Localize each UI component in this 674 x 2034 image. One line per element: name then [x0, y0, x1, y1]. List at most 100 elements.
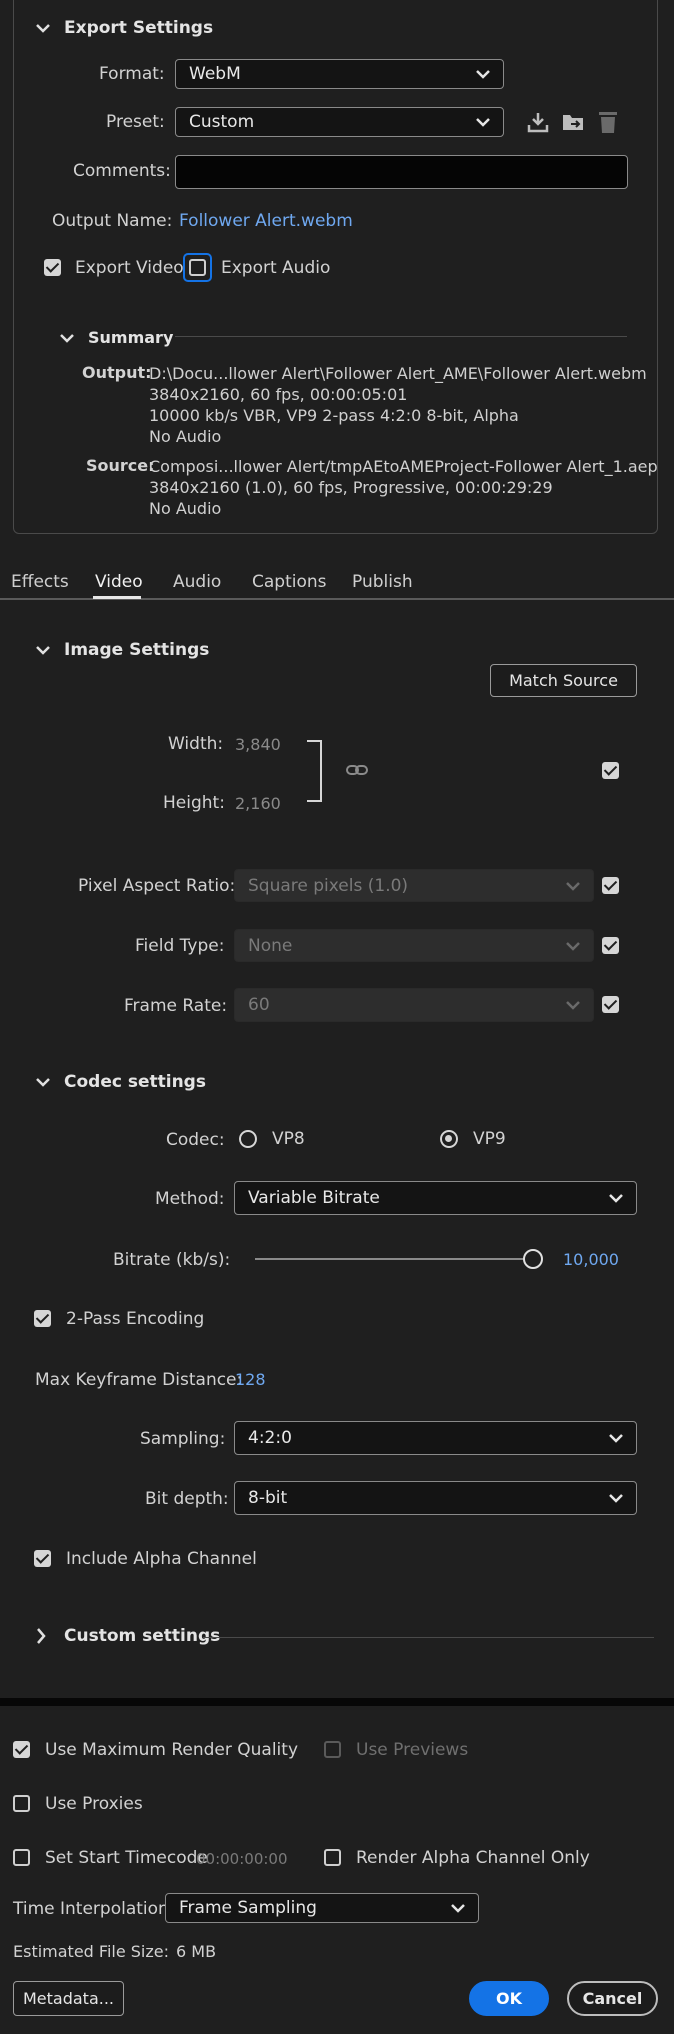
metadata-button[interactable]: Metadata...: [13, 1981, 124, 2016]
codec-vp8-radio[interactable]: [239, 1130, 257, 1148]
cancel-button[interactable]: Cancel: [567, 1981, 658, 2016]
pixel-aspect-ratio-select[interactable]: Square pixels (1.0): [234, 869, 594, 902]
link-icon[interactable]: [345, 762, 369, 778]
render-alpha-only-label: Render Alpha Channel Only: [356, 1848, 590, 1868]
chevron-right-icon: [37, 1628, 46, 1644]
summary-header[interactable]: Summary: [60, 328, 173, 347]
chevron-down-icon: [60, 333, 74, 343]
height-label: Height:: [163, 793, 225, 813]
field-type-checkbox[interactable]: [602, 937, 619, 954]
bitrate-slider-track[interactable]: [255, 1249, 543, 1269]
use-proxies-label: Use Proxies: [45, 1794, 143, 1814]
chevron-down-icon: [609, 1194, 623, 1203]
custom-settings-header[interactable]: Custom settings: [36, 1626, 220, 1646]
codec-settings-header[interactable]: Codec settings: [36, 1072, 206, 1092]
max-render-quality-checkbox[interactable]: [13, 1741, 30, 1758]
time-interpolation-select[interactable]: Frame Sampling: [165, 1893, 479, 1923]
field-type-select[interactable]: None: [234, 929, 594, 962]
codec-vp9-radio[interactable]: [440, 1130, 458, 1148]
export-settings-title: Export Settings: [64, 18, 214, 38]
bit-depth-select[interactable]: 8-bit: [234, 1481, 637, 1515]
tab-effects[interactable]: Effects: [11, 572, 69, 592]
bit-depth-value: 8-bit: [248, 1488, 288, 1508]
chevron-down-icon: [566, 882, 580, 891]
comments-label: Comments:: [73, 161, 171, 181]
set-start-timecode-label: Set Start Timecode: [45, 1848, 208, 1868]
format-label: Format:: [99, 64, 165, 84]
use-proxies-checkbox[interactable]: [13, 1795, 30, 1812]
two-pass-label: 2-Pass Encoding: [66, 1309, 205, 1329]
pixel-aspect-ratio-checkbox[interactable]: [602, 877, 619, 894]
ok-button[interactable]: OK: [469, 1981, 549, 2016]
frame-rate-checkbox[interactable]: [602, 996, 619, 1013]
dimensions-override-checkbox[interactable]: [602, 762, 619, 779]
summary-output-line-3: 10000 kb/s VBR, VP9 2-pass 4:2:0 8-bit, …: [149, 406, 519, 425]
export-settings-header[interactable]: Export Settings: [36, 18, 213, 38]
render-alpha-only-checkbox[interactable]: [324, 1849, 341, 1866]
sampling-value: 4:2:0: [248, 1428, 292, 1448]
chevron-down-icon: [36, 24, 50, 33]
summary-source-label: Source:: [86, 456, 155, 475]
max-keyframe-label: Max Keyframe Distance:: [35, 1370, 243, 1390]
method-label: Method:: [155, 1189, 225, 1209]
comments-input[interactable]: [175, 155, 628, 189]
custom-settings-divider: [203, 1637, 654, 1638]
chevron-down-icon: [36, 646, 50, 655]
tab-publish[interactable]: Publish: [352, 572, 413, 592]
max-render-quality-label: Use Maximum Render Quality: [45, 1740, 298, 1760]
method-value: Variable Bitrate: [248, 1188, 380, 1208]
chevron-down-icon: [476, 70, 490, 79]
chevron-down-icon: [609, 1434, 623, 1443]
method-select[interactable]: Variable Bitrate: [234, 1181, 637, 1215]
field-type-value: None: [248, 935, 293, 956]
summary-output-line-1: D:\Docu...llower Alert\Follower Alert_AM…: [149, 364, 647, 383]
output-name-link[interactable]: Follower Alert.webm: [179, 211, 353, 231]
preset-select[interactable]: Custom: [175, 107, 504, 137]
footer-separator: [0, 1698, 674, 1706]
summary-output-label: Output:: [82, 363, 152, 382]
summary-source-line-3: No Audio: [149, 499, 222, 518]
format-value: WebM: [189, 64, 241, 84]
chevron-down-icon: [476, 118, 490, 127]
tab-captions[interactable]: Captions: [252, 572, 327, 592]
tab-audio[interactable]: Audio: [173, 572, 221, 592]
match-source-button[interactable]: Match Source: [490, 664, 637, 697]
save-preset-icon[interactable]: [526, 110, 550, 134]
codec-vp8-label: VP8: [272, 1129, 305, 1149]
preset-value: Custom: [189, 112, 255, 132]
import-preset-icon[interactable]: [561, 110, 587, 134]
export-video-checkbox[interactable]: [44, 259, 61, 276]
image-settings-header[interactable]: Image Settings: [36, 640, 209, 660]
estimated-file-size-label: Estimated File Size:: [13, 1942, 170, 1961]
summary-source-line-1: Composi...llower Alert/tmpAEtoAMEProject…: [149, 457, 658, 476]
two-pass-checkbox[interactable]: [34, 1310, 51, 1327]
custom-settings-title: Custom settings: [64, 1626, 221, 1646]
export-audio-label: Export Audio: [221, 258, 331, 278]
sampling-label: Sampling:: [140, 1429, 226, 1449]
summary-output-line-2: 3840x2160, 60 fps, 00:00:05:01: [149, 385, 408, 404]
export-audio-checkbox[interactable]: [189, 259, 206, 276]
bitrate-label: Bitrate (kb/s):: [113, 1250, 231, 1270]
bitrate-value[interactable]: 10,000: [563, 1250, 619, 1269]
image-settings-title: Image Settings: [64, 640, 210, 660]
max-keyframe-value[interactable]: 128: [235, 1370, 266, 1389]
tab-video[interactable]: Video: [95, 572, 143, 592]
height-value[interactable]: 2,160: [235, 794, 281, 813]
width-value[interactable]: 3,840: [235, 735, 281, 754]
summary-title: Summary: [88, 328, 174, 347]
summary-divider: [175, 336, 627, 337]
summary-source-line-2: 3840x2160 (1.0), 60 fps, Progressive, 00…: [149, 478, 553, 497]
frame-rate-select[interactable]: 60: [234, 988, 594, 1022]
set-start-timecode-checkbox[interactable]: [13, 1849, 30, 1866]
summary-output-line-4: No Audio: [149, 427, 222, 446]
sampling-select[interactable]: 4:2:0: [234, 1421, 637, 1455]
use-previews-label: Use Previews: [356, 1740, 469, 1760]
start-timecode-value[interactable]: 00:00:00:00: [196, 1850, 288, 1868]
use-previews-checkbox[interactable]: [324, 1741, 341, 1758]
format-select[interactable]: WebM: [175, 59, 504, 89]
delete-preset-icon[interactable]: [597, 109, 619, 135]
bitrate-slider-thumb[interactable]: [523, 1249, 543, 1269]
chevron-down-icon: [566, 942, 580, 951]
export-video-label: Export Video: [75, 258, 184, 278]
include-alpha-checkbox[interactable]: [34, 1550, 51, 1567]
